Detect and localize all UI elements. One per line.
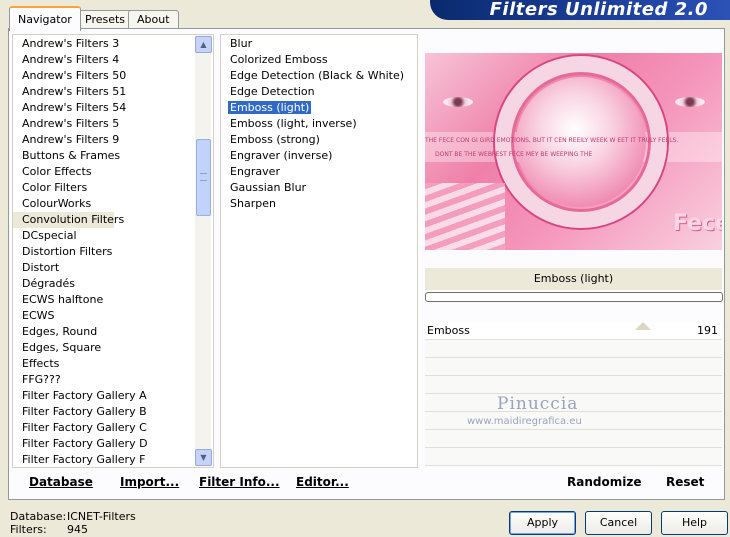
scroll-down-button[interactable]: ▼ bbox=[195, 449, 212, 466]
category-item[interactable]: ColourWorks bbox=[13, 196, 213, 212]
category-item[interactable]: Edges, Square bbox=[13, 340, 213, 356]
parameter-name: Emboss bbox=[427, 324, 470, 337]
parameter-row-empty bbox=[425, 340, 722, 358]
category-item[interactable]: Color Filters bbox=[13, 180, 213, 196]
app-title: Filters Unlimited 2.0 bbox=[489, 0, 708, 20]
preview-logo: Fece bbox=[673, 211, 722, 236]
parameter-row-empty bbox=[425, 448, 722, 466]
parameter-row-emboss[interactable]: Emboss 191 bbox=[425, 322, 722, 340]
filter-item-label: Emboss (light, inverse) bbox=[230, 117, 357, 130]
watermark-name: Pinuccia bbox=[497, 394, 579, 414]
editor-button[interactable]: Editor... bbox=[296, 475, 349, 489]
parameter-panel: Emboss 191 Pinuccia www.maidiregrafica.e… bbox=[425, 322, 722, 466]
filter-item-label: Emboss (strong) bbox=[230, 133, 320, 146]
preview-caption-line1: THE FECE CON GI GIRD EMOTIONS, BUT IT CE… bbox=[425, 137, 679, 144]
category-scrollbar[interactable]: ▲ ▼ bbox=[195, 35, 212, 466]
parameter-row-empty bbox=[425, 376, 722, 394]
scroll-thumb[interactable] bbox=[196, 139, 211, 216]
database-value: ICNET-Filters bbox=[67, 510, 136, 523]
database-button[interactable]: Database bbox=[29, 475, 93, 489]
category-item[interactable]: Convolution Filters bbox=[13, 212, 124, 228]
category-item[interactable]: Color Effects bbox=[13, 164, 213, 180]
category-item[interactable]: FFG??? bbox=[13, 372, 213, 388]
filter-info-button[interactable]: Filter Info... bbox=[199, 475, 280, 489]
randomize-button[interactable]: Randomize bbox=[567, 475, 641, 489]
filter-item-label: Edge Detection (Black & White) bbox=[230, 69, 405, 82]
filter-item[interactable]: Blur bbox=[221, 36, 417, 52]
filter-item-label: Colorized Emboss bbox=[230, 53, 328, 66]
preview-eye-left bbox=[443, 97, 473, 107]
parameter-value: 191 bbox=[697, 324, 718, 337]
category-item[interactable]: Andrew's Filters 5 bbox=[13, 116, 213, 132]
scroll-up-button[interactable]: ▲ bbox=[195, 36, 212, 53]
watermark-url: www.maidiregrafica.eu bbox=[467, 416, 582, 427]
filter-item[interactable]: Gaussian Blur bbox=[221, 180, 417, 196]
preview-caption-line2: DONT BE THE WEBPEST FECE MEY BE WEEPING … bbox=[435, 151, 593, 158]
category-item[interactable]: Filter Factory Gallery F bbox=[13, 452, 213, 467]
category-item[interactable]: Dégradés bbox=[13, 276, 213, 292]
category-item[interactable]: Andrew's Filters 9 bbox=[13, 132, 213, 148]
category-item[interactable]: DCspecial bbox=[13, 228, 213, 244]
tab-navigator[interactable]: Navigator bbox=[9, 6, 81, 31]
filter-item[interactable]: Emboss (light, inverse) bbox=[221, 116, 417, 132]
parameter-row-empty bbox=[425, 358, 722, 376]
category-item[interactable]: Andrew's Filters 54 bbox=[13, 100, 213, 116]
import-button[interactable]: Import... bbox=[120, 475, 179, 489]
filter-item[interactable]: Sharpen bbox=[221, 196, 417, 212]
filter-item-label: Edge Detection bbox=[230, 85, 315, 98]
filter-item[interactable]: Edge Detection bbox=[221, 84, 417, 100]
app-title-banner: Filters Unlimited 2.0 bbox=[430, 0, 730, 20]
category-item[interactable]: Distortion Filters bbox=[13, 244, 213, 260]
filter-item-label: Gaussian Blur bbox=[230, 181, 307, 194]
tab-about[interactable]: About bbox=[128, 10, 179, 29]
category-item[interactable]: ECWS bbox=[13, 308, 213, 324]
category-item[interactable]: Filter Factory Gallery C bbox=[13, 420, 213, 436]
category-item[interactable]: Andrew's Filters 51 bbox=[13, 84, 213, 100]
filter-item[interactable]: Engraver (inverse) bbox=[221, 148, 417, 164]
category-list[interactable]: Andrew's Filters 3 Andrew's Filters 4 Andr… bbox=[12, 34, 214, 468]
parameter-row-empty bbox=[425, 430, 722, 448]
filter-item[interactable]: Engraver bbox=[221, 164, 417, 180]
category-item[interactable]: ECWS halftone bbox=[13, 292, 213, 308]
category-item[interactable]: Andrew's Filters 3 bbox=[13, 36, 213, 52]
filter-list[interactable]: Blur Colorized Emboss Edge Detection (Blac… bbox=[220, 34, 418, 468]
category-item[interactable]: Edges, Round bbox=[13, 324, 213, 340]
category-item[interactable]: Effects bbox=[13, 356, 213, 372]
filter-item[interactable]: Emboss (strong) bbox=[221, 132, 417, 148]
filter-item-label: Blur bbox=[230, 37, 253, 50]
category-item[interactable]: Distort bbox=[13, 260, 213, 276]
preview-image: THE FECE CON GI GIRD EMOTIONS, BUT IT CE… bbox=[425, 53, 722, 250]
parameter-slider-marker[interactable] bbox=[635, 322, 651, 330]
preview-eye-right bbox=[675, 97, 705, 107]
category-item[interactable]: Buttons & Frames bbox=[13, 148, 213, 164]
apply-button[interactable]: Apply bbox=[509, 511, 576, 535]
filter-item-label: Sharpen bbox=[230, 197, 276, 210]
tab-presets[interactable]: Presets bbox=[76, 10, 135, 29]
cancel-button[interactable]: Cancel bbox=[585, 511, 652, 535]
preview-flag-stripes bbox=[425, 183, 505, 250]
filter-item-label: Engraver bbox=[230, 165, 280, 178]
category-item[interactable]: Andrew's Filters 50 bbox=[13, 68, 213, 84]
category-item[interactable]: Andrew's Filters 4 bbox=[13, 52, 213, 68]
category-item[interactable]: Filter Factory Gallery B bbox=[13, 404, 213, 420]
filter-item-label: Engraver (inverse) bbox=[230, 149, 333, 162]
category-item[interactable]: Filter Factory Gallery A bbox=[13, 388, 213, 404]
filter-item[interactable]: Edge Detection (Black & White) bbox=[221, 68, 417, 84]
render-progress-bar bbox=[425, 292, 723, 302]
preview-filter-name: Emboss (light) bbox=[425, 268, 722, 290]
filter-item[interactable]: Emboss (light) bbox=[221, 100, 417, 116]
reset-button[interactable]: Reset bbox=[666, 475, 704, 489]
filter-item[interactable]: Colorized Emboss bbox=[221, 52, 417, 68]
filter-item-label: Emboss (light) bbox=[228, 101, 312, 114]
category-item[interactable]: Filter Factory Gallery D bbox=[13, 436, 213, 452]
filters-label: Filters: bbox=[10, 523, 47, 536]
filters-count: 945 bbox=[67, 523, 88, 536]
database-label: Database: bbox=[10, 510, 67, 523]
help-button[interactable]: Help bbox=[661, 511, 728, 535]
